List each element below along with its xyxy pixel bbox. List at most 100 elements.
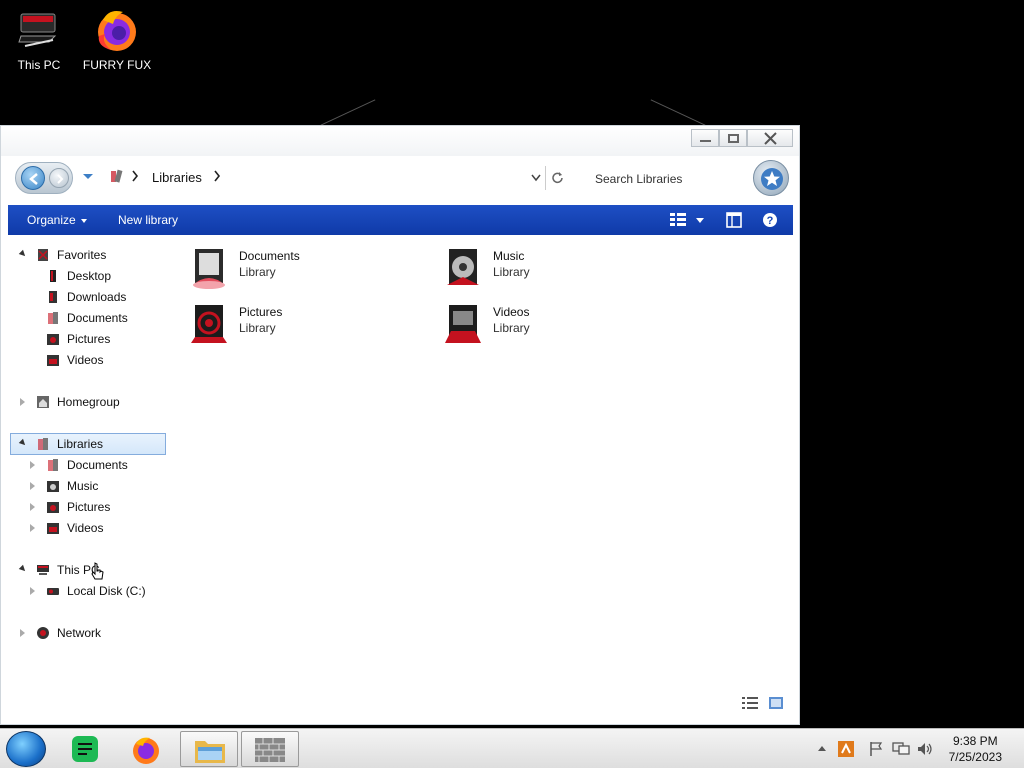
navigation-buttons (15, 162, 73, 194)
breadcrumb-libraries[interactable]: Libraries (152, 170, 202, 185)
expand-arrow-icon[interactable] (18, 249, 28, 259)
library-item-documents[interactable]: Documents Library (187, 247, 347, 291)
address-row: Libraries Search Libraries (1, 156, 799, 204)
close-button[interactable] (747, 129, 793, 147)
divider (545, 166, 546, 190)
forward-button[interactable] (49, 168, 69, 188)
nav-favorites[interactable]: Favorites (16, 245, 166, 265)
refresh-icon[interactable] (551, 171, 564, 184)
tray-app-icon[interactable] (838, 741, 854, 757)
nav-library-documents[interactable]: Documents (16, 455, 166, 475)
background-wire (320, 99, 376, 126)
nav-label: Documents (67, 458, 128, 472)
view-options-dropdown[interactable] (696, 218, 704, 223)
expand-arrow-icon[interactable] (30, 524, 35, 532)
nav-item-downloads[interactable]: Downloads (16, 287, 166, 307)
expand-arrow-icon[interactable] (30, 587, 35, 595)
taskbar-firefox[interactable] (118, 731, 176, 767)
expand-arrow-icon[interactable] (18, 564, 28, 574)
nav-label: Pictures (67, 500, 111, 514)
network-status-icon[interactable] (892, 741, 910, 757)
pictures-icon (47, 334, 59, 345)
star-icon (761, 168, 783, 190)
nav-label: Music (67, 479, 99, 493)
organize-menu[interactable]: Organize (27, 213, 87, 227)
taskbar-notes-app[interactable] (56, 731, 114, 767)
new-library-button[interactable]: New library (118, 213, 178, 227)
system-clock[interactable]: 9:38 PM 7/25/2023 (949, 733, 1002, 765)
nav-library-music[interactable]: Music (16, 476, 166, 496)
maximize-button[interactable] (719, 129, 747, 147)
title-bar[interactable] (1, 126, 799, 156)
volume-icon[interactable] (916, 741, 934, 757)
nav-item-pictures[interactable]: Pictures (16, 329, 166, 349)
breadcrumb-chevron-icon[interactable] (213, 170, 221, 182)
music-library-icon (447, 249, 479, 285)
taskbar: 9:38 PM 7/25/2023 (0, 728, 1024, 768)
nav-local-disk[interactable]: Local Disk (C:) (16, 581, 166, 601)
details-view-icon[interactable] (741, 697, 758, 709)
status-bar (741, 697, 783, 712)
show-hidden-icons-button[interactable] (818, 746, 826, 751)
nav-homegroup[interactable]: Homegroup (16, 392, 166, 412)
documents-library-icon (193, 249, 225, 289)
expand-arrow-icon[interactable] (30, 482, 35, 490)
notes-app-icon (72, 736, 98, 762)
nav-network[interactable]: Network (16, 623, 166, 643)
nav-libraries[interactable]: Libraries (10, 433, 166, 455)
expand-arrow-icon[interactable] (30, 461, 35, 469)
help-icon[interactable]: ? (762, 212, 778, 228)
breadcrumb-chevron-icon[interactable] (131, 170, 139, 182)
nav-item-desktop[interactable]: Desktop (16, 266, 166, 286)
computer-icon (37, 565, 49, 575)
preview-pane-icon[interactable] (726, 212, 742, 228)
arrow-left-icon (29, 173, 38, 185)
libraries-icon (38, 438, 48, 450)
close-icon (764, 132, 777, 145)
large-icons-view-icon[interactable] (769, 697, 783, 709)
navigation-pane: Favorites Desktop Downloads Documents Pi… (8, 236, 168, 706)
library-type: Library (239, 321, 276, 335)
change-view-icon[interactable] (670, 213, 686, 227)
desktop-icon-firefox[interactable]: FURRY FUX (82, 6, 152, 72)
chevron-down-icon (80, 218, 87, 223)
svg-text:?: ? (767, 215, 774, 227)
expand-arrow-icon[interactable] (20, 398, 25, 406)
taskbar-sandbox-app[interactable] (241, 731, 299, 767)
back-button[interactable] (21, 166, 45, 190)
desktop-icon-label: FURRY FUX (82, 58, 152, 72)
desktop-icon-this-pc[interactable]: This PC (4, 10, 74, 72)
folder-icon (195, 741, 225, 763)
minimize-button[interactable] (691, 129, 719, 147)
nav-library-videos[interactable]: Videos (16, 518, 166, 538)
nav-library-pictures[interactable]: Pictures (16, 497, 166, 517)
address-dropdown-icon[interactable] (531, 174, 541, 182)
libraries-icon[interactable] (109, 168, 125, 184)
nav-item-documents[interactable]: Documents (16, 308, 166, 328)
search-input[interactable]: Search Libraries (595, 172, 682, 186)
hard-drive-icon (47, 588, 59, 595)
taskbar-file-explorer[interactable] (180, 731, 238, 767)
favorites-star-button[interactable] (753, 160, 789, 196)
start-button[interactable] (6, 731, 46, 767)
expand-arrow-icon[interactable] (18, 438, 28, 448)
explorer-window: Libraries Search Libraries Organize New … (0, 125, 800, 725)
videos-library-icon (445, 305, 481, 343)
flag-icon[interactable] (868, 741, 884, 757)
desktop-icon (50, 270, 56, 282)
expand-arrow-icon[interactable] (30, 503, 35, 511)
brick-wall-icon (255, 738, 285, 762)
nav-item-videos[interactable]: Videos (16, 350, 166, 370)
downloads-icon (49, 291, 57, 303)
background-wire (650, 99, 706, 126)
library-name: Documents (239, 249, 300, 263)
library-type: Library (493, 265, 530, 279)
recent-locations-dropdown[interactable] (83, 174, 93, 179)
videos-icon (47, 523, 59, 534)
library-item-videos[interactable]: Videos Library (441, 303, 601, 347)
desktop-icon-label: This PC (17, 58, 61, 72)
library-item-music[interactable]: Music Library (441, 247, 601, 291)
expand-arrow-icon[interactable] (20, 629, 25, 637)
documents-icon (48, 459, 58, 471)
library-item-pictures[interactable]: Pictures Library (187, 303, 347, 347)
